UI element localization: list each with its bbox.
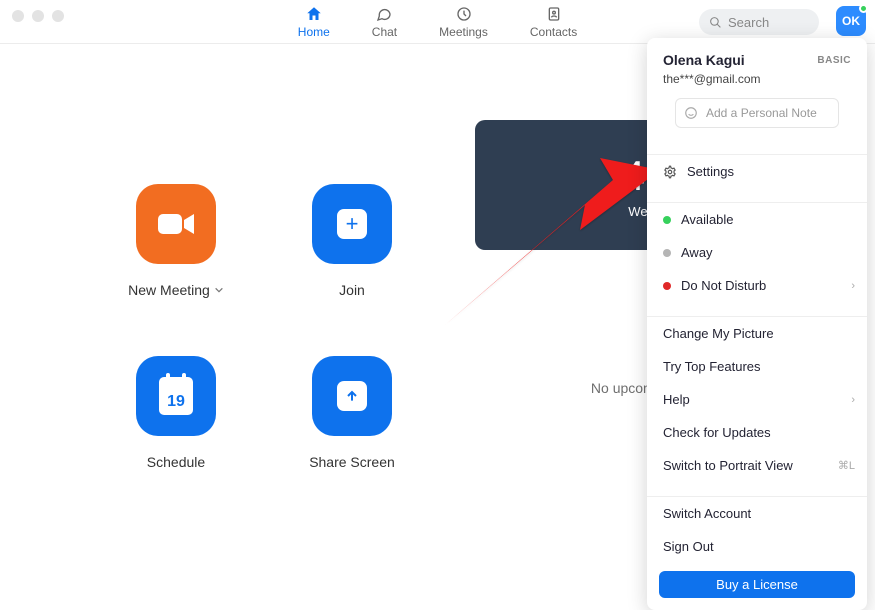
share-screen-label: Share Screen	[309, 454, 395, 470]
new-meeting-action[interactable]: New Meeting	[88, 184, 264, 298]
menu-sign-out-label: Sign Out	[663, 539, 714, 554]
chevron-down-icon[interactable]	[214, 285, 224, 295]
menu-try-features[interactable]: Try Top Features	[647, 350, 867, 383]
status-dot-gray	[663, 249, 671, 257]
shortcut-label: ⌘L	[838, 459, 855, 472]
menu-sign-out[interactable]: Sign Out	[647, 530, 867, 563]
nav-home[interactable]: Home	[298, 5, 330, 39]
menu-settings[interactable]: Settings	[647, 155, 867, 188]
search-placeholder: Search	[728, 15, 769, 30]
profile-plan: BASIC	[817, 55, 851, 66]
menu-change-picture[interactable]: Change My Picture	[647, 317, 867, 350]
status-dnd[interactable]: Do Not Disturb ›	[647, 269, 867, 302]
nav-contacts-label: Contacts	[530, 25, 577, 39]
menu-change-picture-label: Change My Picture	[663, 326, 774, 341]
nav-home-label: Home	[298, 25, 330, 39]
status-away[interactable]: Away	[647, 236, 867, 269]
presence-indicator	[859, 4, 868, 13]
nav-meetings-label: Meetings	[439, 25, 488, 39]
home-icon	[305, 5, 323, 23]
nav-chat[interactable]: Chat	[372, 5, 397, 39]
join-tile[interactable]: +	[312, 184, 392, 264]
profile-name: Olena Kagui	[663, 52, 745, 68]
nav-chat-label: Chat	[372, 25, 397, 39]
schedule-action[interactable]: 19 Schedule	[88, 356, 264, 470]
menu-help[interactable]: Help ›	[647, 383, 867, 416]
nav-meetings[interactable]: Meetings	[439, 5, 488, 39]
avatar-initials: OK	[842, 14, 860, 28]
status-available[interactable]: Available	[647, 203, 867, 236]
nav-contacts[interactable]: Contacts	[530, 5, 577, 39]
note-placeholder: Add a Personal Note	[706, 106, 817, 120]
join-label: Join	[339, 282, 365, 298]
action-grid: New Meeting + Join 19 Schedule Share Scr…	[0, 184, 440, 470]
clock-icon	[455, 5, 473, 23]
menu-help-label: Help	[663, 392, 690, 407]
search-input[interactable]: Search	[699, 9, 819, 35]
status-available-label: Available	[681, 212, 734, 227]
schedule-label: Schedule	[147, 454, 205, 470]
buy-license-button[interactable]: Buy a License	[659, 571, 855, 598]
search-icon	[709, 16, 722, 29]
chevron-right-icon: ›	[851, 280, 855, 292]
new-meeting-label: New Meeting	[128, 282, 210, 298]
personal-note-input[interactable]: Add a Personal Note	[675, 98, 839, 128]
share-screen-action[interactable]: Share Screen	[264, 356, 440, 470]
menu-switch-account-label: Switch Account	[663, 506, 751, 521]
menu-portrait-label: Switch to Portrait View	[663, 458, 793, 473]
video-icon	[156, 210, 196, 238]
menu-check-updates-label: Check for Updates	[663, 425, 771, 440]
join-action[interactable]: + Join	[264, 184, 440, 298]
status-dnd-label: Do Not Disturb	[681, 278, 766, 293]
buy-license-label: Buy a License	[716, 577, 798, 592]
arrow-up-icon	[337, 381, 367, 411]
gear-icon	[663, 165, 677, 179]
calendar-day: 19	[159, 393, 193, 411]
profile-email: the***@gmail.com	[663, 72, 851, 86]
menu-settings-label: Settings	[687, 164, 734, 179]
profile-dropdown: Olena Kagui BASIC the***@gmail.com Add a…	[647, 38, 867, 610]
calendar-icon: 19	[159, 377, 193, 415]
contacts-icon	[545, 5, 563, 23]
profile-avatar[interactable]: OK	[836, 6, 866, 36]
menu-try-features-label: Try Top Features	[663, 359, 761, 374]
status-dot-red	[663, 282, 671, 290]
main-nav: Home Chat Meetings Contacts	[298, 5, 577, 39]
profile-header: Olena Kagui BASIC the***@gmail.com Add a…	[647, 38, 867, 140]
menu-check-updates[interactable]: Check for Updates	[647, 416, 867, 449]
menu-switch-account[interactable]: Switch Account	[647, 497, 867, 530]
chat-icon	[375, 5, 393, 23]
status-away-label: Away	[681, 245, 713, 260]
smiley-icon	[684, 106, 698, 120]
menu-portrait-view[interactable]: Switch to Portrait View ⌘L	[647, 449, 867, 482]
share-tile[interactable]	[312, 356, 392, 436]
status-dot-green	[663, 216, 671, 224]
schedule-tile[interactable]: 19	[136, 356, 216, 436]
plus-icon: +	[337, 209, 367, 239]
new-meeting-tile[interactable]	[136, 184, 216, 264]
chevron-right-icon: ›	[851, 394, 855, 406]
